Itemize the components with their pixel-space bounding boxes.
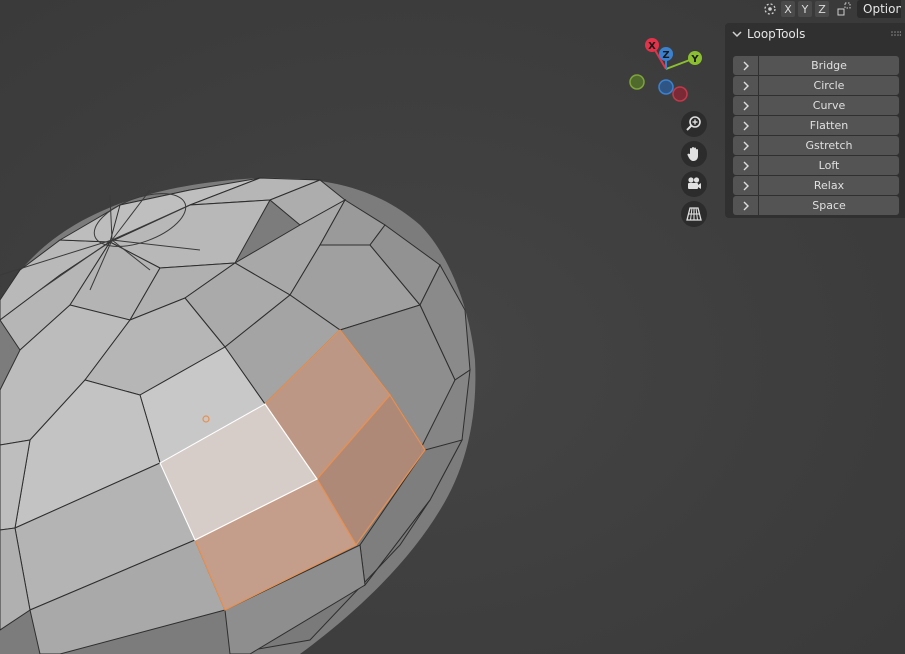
looptools-panel-header[interactable]: LoopTools (725, 23, 905, 45)
gizmo-z-label: Z (662, 50, 669, 61)
looptools-row-relax: Relax (733, 176, 899, 195)
panel-title: LoopTools (747, 27, 806, 41)
camera-icon (688, 177, 701, 189)
chevron-right-icon (743, 121, 749, 130)
expand-gstretch-button[interactable] (733, 136, 758, 155)
chevron-right-icon (743, 101, 749, 110)
chevron-right-icon (743, 161, 749, 170)
gizmo-neg-z (658, 79, 674, 95)
viewport-header: X Y Z Options (762, 0, 901, 18)
looptools-row-circle: Circle (733, 76, 899, 95)
looptools-button-list: Bridge Circle Curve Flatten Gstretch Lof… (733, 56, 899, 216)
expand-space-button[interactable] (733, 196, 758, 215)
chevron-right-icon (743, 181, 749, 190)
grid-perspective-icon (686, 207, 702, 221)
mirror-y-toggle[interactable]: Y (798, 1, 812, 17)
mirror-x-toggle[interactable]: X (781, 1, 795, 17)
chevron-down-icon (732, 31, 742, 38)
gizmo-neg-x (672, 86, 688, 102)
drag-grip-icon[interactable] (891, 31, 901, 37)
looptools-row-flatten: Flatten (733, 116, 899, 135)
space-button[interactable]: Space (759, 196, 899, 215)
relax-button[interactable]: Relax (759, 176, 899, 195)
expand-curve-button[interactable] (733, 96, 758, 115)
chevron-right-icon (743, 201, 749, 210)
expand-relax-button[interactable] (733, 176, 758, 195)
expand-flatten-button[interactable] (733, 116, 758, 135)
overlay-icon[interactable] (762, 1, 778, 17)
zoom-icon (686, 116, 701, 131)
navigation-gizmo[interactable]: X Z Y (620, 30, 720, 110)
circle-button[interactable]: Circle (759, 76, 899, 95)
hand-pan-icon (687, 147, 698, 161)
expand-bridge-button[interactable] (733, 56, 758, 75)
zoom-button[interactable] (681, 111, 707, 137)
gizmo-neg-y (629, 74, 645, 90)
mirror-z-toggle[interactable]: Z (815, 1, 829, 17)
gizmo-y-label: Y (690, 54, 699, 65)
looptools-row-bridge: Bridge (733, 56, 899, 75)
looptools-row-gstretch: Gstretch (733, 136, 899, 155)
gizmo-x-label: X (648, 41, 656, 52)
chevron-right-icon (743, 141, 749, 150)
looptools-row-space: Space (733, 196, 899, 215)
looptools-row-curve: Curve (733, 96, 899, 115)
loft-button[interactable]: Loft (759, 156, 899, 175)
mirror-icon[interactable] (836, 1, 852, 17)
flatten-button[interactable]: Flatten (759, 116, 899, 135)
chevron-right-icon (743, 81, 749, 90)
camera-view-button[interactable] (681, 171, 707, 197)
expand-circle-button[interactable] (733, 76, 758, 95)
looptools-panel: LoopTools Bridge Circle Curve Flatten Gs… (725, 23, 905, 218)
looptools-row-loft: Loft (733, 156, 899, 175)
chevron-right-icon (743, 61, 749, 70)
pan-button[interactable] (681, 141, 707, 167)
perspective-toggle-button[interactable] (681, 201, 707, 227)
gstretch-button[interactable]: Gstretch (759, 136, 899, 155)
bridge-button[interactable]: Bridge (759, 56, 899, 75)
options-button[interactable]: Options (857, 0, 901, 18)
expand-loft-button[interactable] (733, 156, 758, 175)
curve-button[interactable]: Curve (759, 96, 899, 115)
3d-viewport[interactable]: X Y Z Options X Z Y LoopTool (0, 0, 905, 654)
